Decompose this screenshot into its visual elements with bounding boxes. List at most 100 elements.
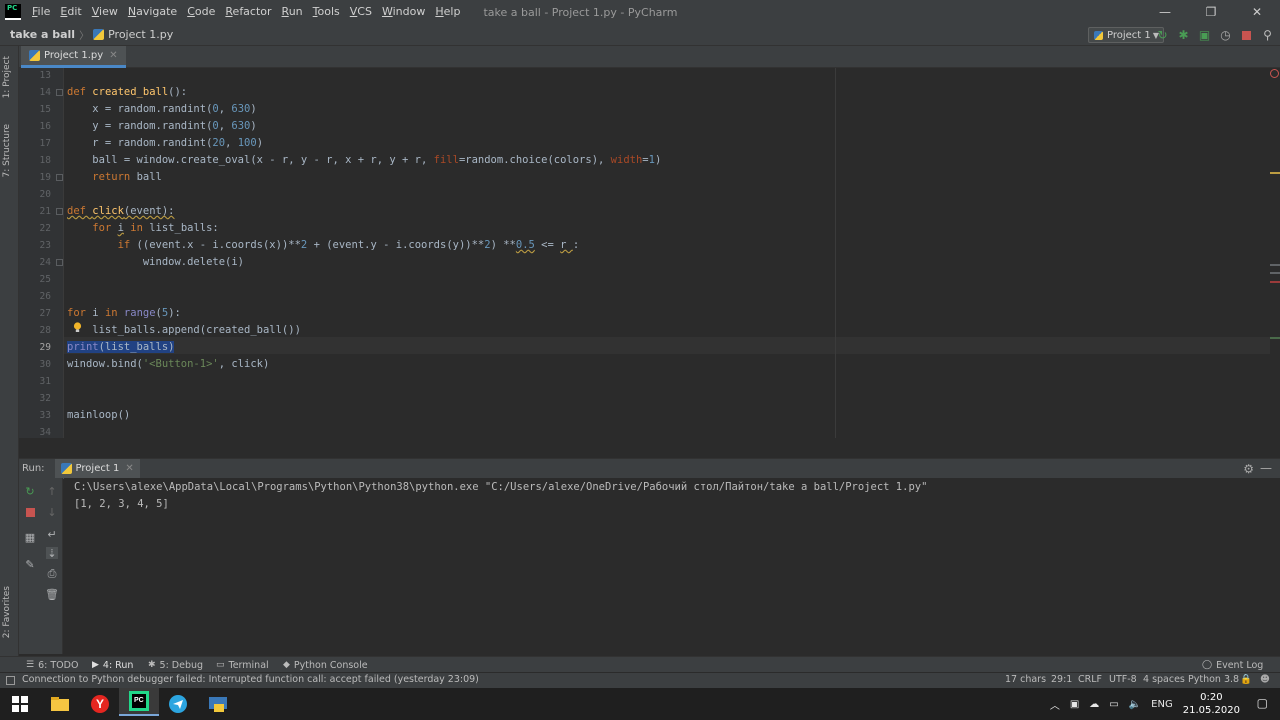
chevron-up-icon[interactable]: ︿ <box>1050 697 1060 712</box>
tool-tab-debug[interactable]: ✱ 5: Debug <box>148 658 203 672</box>
project-tool-tab[interactable]: 1: Project <box>2 56 12 98</box>
search-everywhere-icon[interactable]: ⚲ <box>1261 28 1274 42</box>
breadcrumb-project[interactable]: take a ball <box>10 28 75 41</box>
navigation-bar: take a ball 〉 Project 1.py Project 1 ▼ ↻… <box>0 24 1280 46</box>
tool-tab-terminal[interactable]: ▭ Terminal <box>216 658 269 672</box>
status-message-icon[interactable] <box>6 676 15 685</box>
tool-tab-todo[interactable]: ☰ 6: TODO <box>26 658 78 672</box>
warning-stripe-icon[interactable] <box>1270 264 1280 266</box>
debug-bug-icon[interactable]: ✱ <box>1177 28 1190 42</box>
lock-icon[interactable]: 🔒 <box>1240 674 1252 685</box>
favorites-tool-tab[interactable]: 2: Favorites <box>2 586 12 638</box>
tab-project-1-py[interactable]: Project 1.py ✕ <box>21 46 126 68</box>
breadcrumb-file-label: Project 1.py <box>108 28 174 41</box>
menu-navigate[interactable]: Navigate <box>123 0 182 24</box>
restore-icon[interactable]: ❐ <box>1188 0 1234 24</box>
run-console-output[interactable]: C:\Users\alexe\AppData\Local\Programs\Py… <box>64 478 1280 654</box>
coverage-icon[interactable]: ▣ <box>1198 28 1211 42</box>
tab-label: Project 1.py <box>44 50 104 61</box>
arrow-up-icon[interactable]: ↑ <box>46 485 58 498</box>
fold-marker-icon[interactable] <box>56 208 63 215</box>
stop-icon[interactable] <box>24 506 36 518</box>
scroll-to-end-icon[interactable]: ⇣ <box>46 547 58 560</box>
caret-position[interactable]: 29:1 <box>1051 674 1072 685</box>
clock[interactable]: 0:20 21.05.2020 <box>1183 691 1240 717</box>
tool-tab-run[interactable]: ▶ 4: Run <box>92 658 133 672</box>
close-tab-icon[interactable]: ✕ <box>125 463 133 474</box>
breadcrumb-file[interactable]: Project 1.py <box>93 28 173 41</box>
volume-icon[interactable]: 🔈 <box>1129 699 1141 710</box>
code-line-current: print(list_balls) <box>67 341 175 353</box>
menu-window[interactable]: Window <box>377 0 430 24</box>
line-number: 18 <box>39 155 51 166</box>
tool-tab-event-log[interactable]: ◯ Event Log <box>1202 658 1263 672</box>
line-number: 20 <box>39 189 51 200</box>
run-tab-project-1[interactable]: Project 1 ✕ <box>54 458 140 479</box>
lightbulb-intention-icon[interactable] <box>73 322 82 333</box>
minimize-icon[interactable]: — <box>1142 0 1188 24</box>
pin-tab-icon[interactable]: ✎ <box>24 558 36 571</box>
inspector-icon[interactable]: ☻ <box>1260 674 1270 685</box>
warning-stripe-icon[interactable] <box>1270 172 1280 174</box>
restore-layout-icon[interactable]: ▦ <box>24 531 36 544</box>
structure-tool-tab[interactable]: 7: Structure <box>2 124 12 178</box>
code-line: list_balls.append(created_ball()) <box>67 324 301 336</box>
menu-refactor[interactable]: Refactor <box>220 0 276 24</box>
rerun-icon[interactable]: ↻ <box>24 485 36 498</box>
inspection-error-icon[interactable] <box>1270 69 1279 78</box>
code-editor[interactable]: def created_ball(): x = random.randint(0… <box>64 68 1270 438</box>
editor-scrollbar[interactable] <box>1270 68 1280 438</box>
menu-vcs[interactable]: VCS <box>345 0 377 24</box>
warning-stripe-icon[interactable] <box>1270 272 1280 274</box>
print-icon[interactable]: ⎙ <box>46 567 58 580</box>
pycharm-taskbar-icon[interactable]: PC <box>119 688 159 716</box>
hide-panel-icon[interactable]: — <box>1260 461 1272 475</box>
status-bar: Connection to Python debugger failed: In… <box>0 672 1280 688</box>
cloud-icon[interactable]: ☁ <box>1089 699 1099 710</box>
menu-edit[interactable]: Edit <box>55 0 86 24</box>
fold-marker-icon[interactable] <box>56 89 63 96</box>
rerun-icon[interactable]: ↻ <box>1156 28 1169 42</box>
notifications-icon[interactable]: ▢ <box>1257 696 1268 710</box>
file-explorer-icon[interactable] <box>40 690 80 718</box>
line-number: 27 <box>39 308 51 319</box>
menu-run[interactable]: Run <box>277 0 308 24</box>
svg-text:PC: PC <box>134 697 144 704</box>
input-language[interactable]: ENG <box>1151 699 1173 710</box>
app-tray-icon[interactable]: ▣ <box>1070 699 1079 710</box>
debug-bug-icon: ✱ <box>148 660 156 670</box>
stop-icon[interactable] <box>1240 29 1253 42</box>
python-interpreter[interactable]: Python 3.8 <box>1188 674 1239 685</box>
network-icon[interactable]: ▭ <box>1109 699 1118 710</box>
python-app-icon[interactable] <box>198 690 238 718</box>
line-separator[interactable]: CRLF <box>1078 674 1102 685</box>
telegram-icon[interactable] <box>158 690 198 718</box>
soft-wrap-icon[interactable]: ↵ <box>46 528 58 541</box>
run-configuration-select[interactable]: Project 1 ▼ <box>1088 27 1164 43</box>
yandex-browser-icon[interactable]: Y <box>80 690 120 718</box>
windows-start-icon[interactable] <box>0 690 40 718</box>
file-encoding[interactable]: UTF-8 <box>1109 674 1137 685</box>
tool-window-bar: ☰ 6: TODO ▶ 4: Run ✱ 5: Debug ▭ Terminal ◆ Py… <box>0 656 1280 672</box>
close-tab-icon[interactable]: ✕ <box>109 50 117 61</box>
fold-marker-icon[interactable] <box>56 259 63 266</box>
indent-setting[interactable]: 4 spaces <box>1143 674 1185 685</box>
editor-tabs: Project 1.py ✕ <box>19 46 1280 68</box>
tool-tab-python-console[interactable]: ◆ Python Console <box>283 658 368 672</box>
arrow-down-icon[interactable]: ↓ <box>46 506 58 519</box>
trash-icon[interactable]: 🗑 <box>45 588 59 601</box>
profile-icon[interactable]: ◷ <box>1219 28 1232 42</box>
menu-code[interactable]: Code <box>182 0 220 24</box>
fold-marker-icon[interactable] <box>56 174 63 181</box>
code-line: window.delete(i) <box>67 256 245 268</box>
menu-file[interactable]: File <box>27 0 55 24</box>
gear-icon[interactable]: ⚙ <box>1243 462 1254 476</box>
menu-view[interactable]: View <box>87 0 123 24</box>
window-controls: — ❐ ✕ <box>1142 0 1280 24</box>
menu-help[interactable]: Help <box>430 0 465 24</box>
status-message[interactable]: Connection to Python debugger failed: In… <box>22 674 479 685</box>
error-stripe-icon[interactable] <box>1270 281 1280 283</box>
line-number: 19 <box>39 172 51 183</box>
menu-tools[interactable]: Tools <box>308 0 345 24</box>
close-icon[interactable]: ✕ <box>1234 0 1280 24</box>
